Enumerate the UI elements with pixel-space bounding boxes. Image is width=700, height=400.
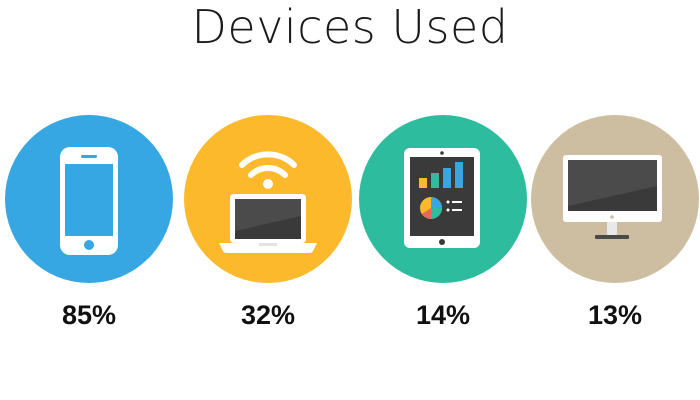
device-item-laptop: 32%	[183, 114, 353, 344]
device-item-smartphone: 85%	[4, 114, 174, 344]
device-item-desktop: 13%	[530, 114, 700, 344]
percent-label: 14%	[415, 300, 471, 330]
smartphone-circle	[5, 115, 173, 283]
chart-title: Devices Used	[191, 0, 509, 54]
percent-label: 85%	[61, 300, 117, 330]
device-item-tablet: 14%	[358, 114, 528, 344]
percent-label: 13%	[587, 300, 643, 330]
tablet-circle	[359, 115, 527, 283]
tablet-chart-icon	[404, 148, 480, 248]
laptop-circle	[184, 115, 352, 283]
smartphone-icon	[60, 147, 118, 255]
percent-label: 32%	[240, 300, 296, 330]
desktop-circle	[531, 115, 699, 283]
